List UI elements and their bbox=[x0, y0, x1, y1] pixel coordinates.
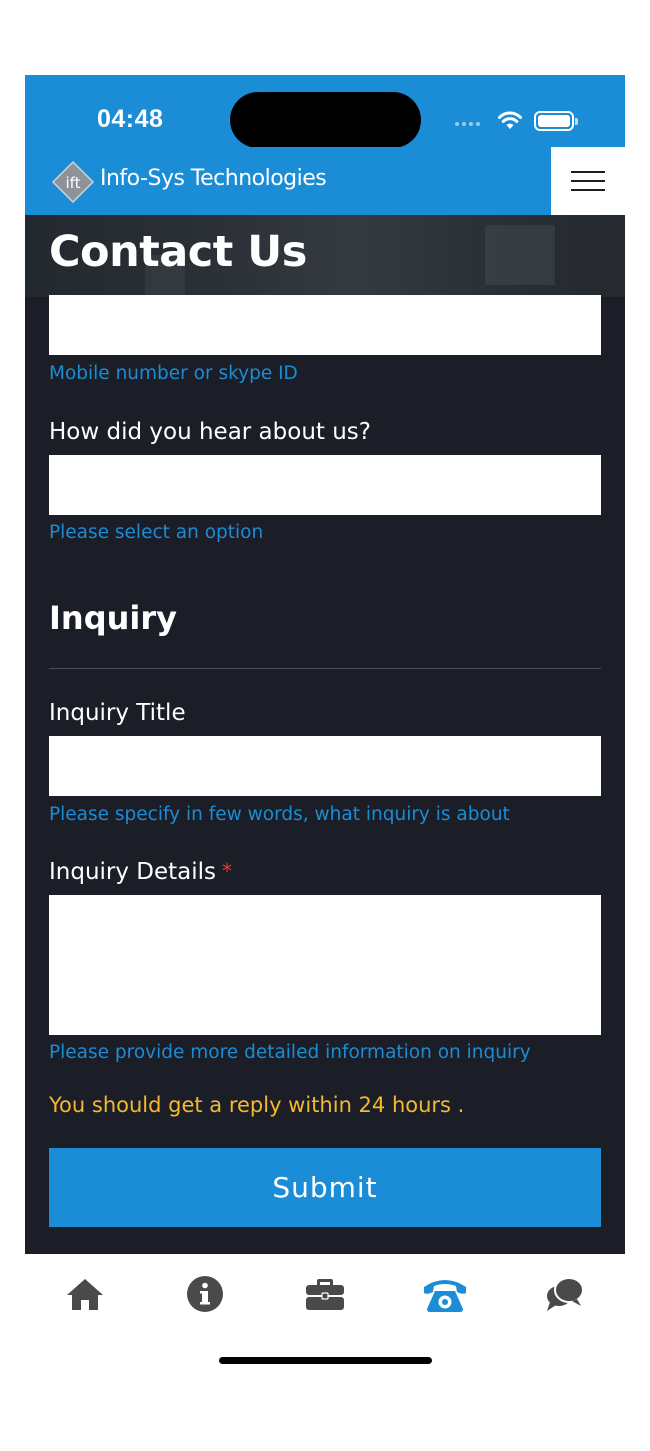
menu-icon bbox=[571, 171, 605, 173]
cellular-signal-icon bbox=[455, 122, 480, 126]
inquiry-details-hint: Please provide more detailed information… bbox=[49, 1042, 531, 1063]
inquiry-title-label: Inquiry Title bbox=[49, 700, 186, 726]
tab-services[interactable] bbox=[265, 1254, 385, 1334]
phone-icon bbox=[424, 1280, 466, 1312]
app-header: ift Info-Sys Technologies bbox=[25, 147, 625, 215]
hear-about-label: How did you hear about us? bbox=[49, 419, 371, 445]
hear-about-select[interactable] bbox=[49, 455, 601, 515]
hamburger-menu-button[interactable] bbox=[551, 147, 625, 215]
inquiry-title-hint: Please specify in few words, what inquir… bbox=[49, 804, 510, 825]
logo-text: ift bbox=[65, 174, 80, 192]
tab-chat[interactable] bbox=[505, 1254, 625, 1334]
tab-about[interactable] bbox=[145, 1254, 265, 1334]
required-asterisk: * bbox=[222, 859, 233, 883]
brand-name: Info-Sys Technologies bbox=[100, 166, 327, 191]
tab-contact[interactable] bbox=[385, 1254, 505, 1334]
reply-time-note: You should get a reply within 24 hours . bbox=[49, 1093, 465, 1117]
briefcase-icon bbox=[306, 1279, 344, 1310]
submit-button[interactable]: Submit bbox=[49, 1148, 601, 1227]
dynamic-island bbox=[230, 92, 421, 148]
page-title: Contact Us bbox=[49, 227, 307, 277]
inquiry-title-input[interactable] bbox=[49, 736, 601, 796]
inquiry-details-label-text: Inquiry Details bbox=[49, 859, 217, 885]
inquiry-details-label: Inquiry Details * bbox=[49, 859, 232, 885]
contact-form-page: Contact Us Mobile number or skype ID How… bbox=[25, 215, 625, 1254]
company-logo: ift bbox=[51, 160, 95, 204]
section-divider bbox=[49, 668, 601, 669]
wifi-icon bbox=[498, 111, 522, 129]
contact-number-input[interactable] bbox=[49, 295, 601, 355]
home-indicator[interactable] bbox=[219, 1357, 432, 1364]
bottom-tab-bar bbox=[25, 1254, 625, 1394]
inquiry-section-heading: Inquiry bbox=[49, 599, 177, 637]
status-bar: 04:48 bbox=[25, 75, 625, 148]
home-icon bbox=[67, 1279, 103, 1310]
chat-icon bbox=[547, 1277, 584, 1311]
status-time: 04:48 bbox=[97, 105, 164, 133]
battery-icon bbox=[534, 111, 578, 131]
inquiry-details-textarea[interactable] bbox=[49, 895, 601, 1035]
contact-number-hint: Mobile number or skype ID bbox=[49, 363, 298, 384]
phone-screen: 04:48 ift Info-Sys Technologies Contact … bbox=[25, 75, 625, 1394]
tab-home[interactable] bbox=[25, 1254, 145, 1334]
info-icon bbox=[187, 1276, 223, 1312]
hear-about-hint: Please select an option bbox=[49, 522, 264, 543]
